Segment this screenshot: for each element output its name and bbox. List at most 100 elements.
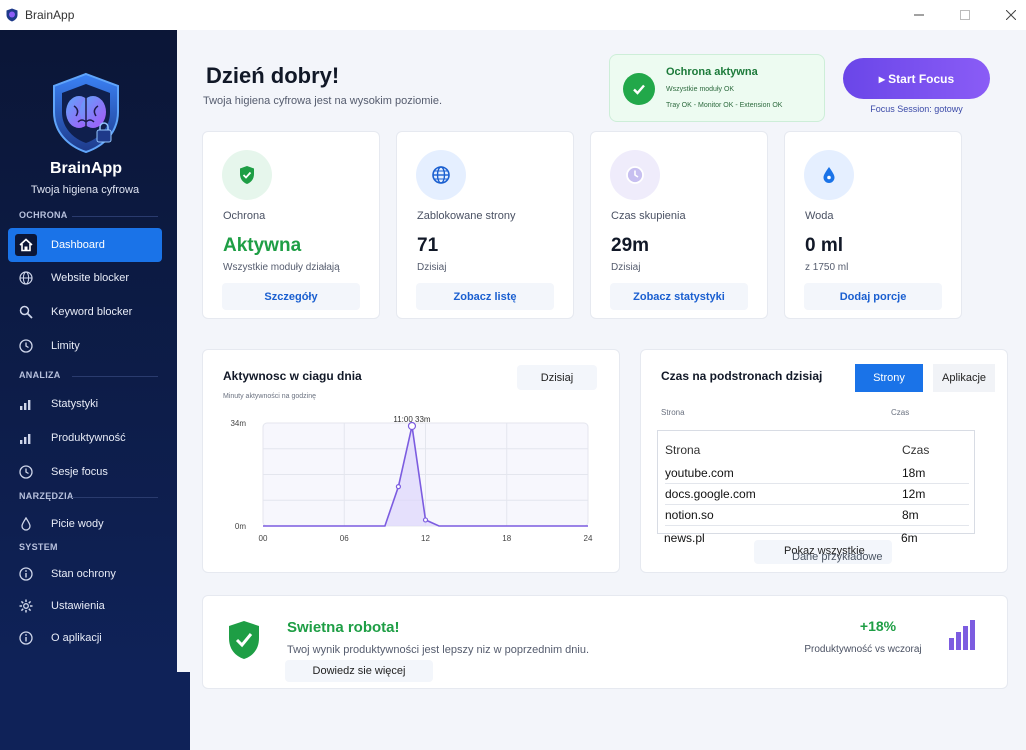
- stat-label: Zablokowane strony: [417, 210, 516, 222]
- stat-label: Czas skupienia: [611, 210, 686, 222]
- table-row[interactable]: docs.google.com 12m: [665, 484, 969, 505]
- stat-card-blocked-sites: Zablokowane strony 71 Dzisiaj Zobacz lis…: [396, 131, 574, 319]
- stat-value: 29m: [611, 235, 650, 256]
- y-tick-label: 0m: [235, 522, 246, 531]
- stat-card-water: Woda 0 ml z 1750 ml Dodaj porcje: [784, 131, 962, 319]
- page-subtitle: Twoja higiena cyfrowa jest na wysokim po…: [203, 95, 443, 107]
- productivity-change: +18%: [859, 618, 897, 634]
- sidebar-item-stan-ochrony[interactable]: Stan ochrony: [8, 557, 162, 591]
- site-time: 18m: [902, 466, 926, 480]
- stat-label: Ochrona: [223, 210, 266, 222]
- sidebar-item-website-blocker[interactable]: Website blocker: [8, 261, 162, 295]
- bar-chart-icon: [17, 429, 35, 447]
- view-list-button[interactable]: Zobacz listę: [416, 283, 554, 310]
- stat-value: 0 ml: [805, 235, 844, 256]
- site-time: 12m: [902, 487, 926, 501]
- sidebar-item-label: Limity: [51, 340, 80, 352]
- summary-description: Twoj wynik produktywności jest lepszy ni…: [287, 644, 590, 656]
- clock-icon: [17, 463, 35, 481]
- minimize-button[interactable]: [896, 0, 942, 30]
- protection-modules-status: Wszystkie moduły OK: [666, 86, 735, 93]
- maximize-icon: [960, 10, 970, 20]
- stat-value: Aktywna: [223, 235, 302, 256]
- sidebar: BrainApp Twoja higiena cyfrowa OCHRONA D…: [0, 30, 177, 672]
- stat-sub: Dzisiaj: [417, 262, 447, 273]
- site-name: docs.google.com: [665, 487, 756, 501]
- page-title: Dzień dobry!: [206, 63, 340, 88]
- sidebar-item-limity[interactable]: Limity: [8, 329, 162, 363]
- brand-tagline: Twoja higiena cyfrowa: [30, 184, 140, 196]
- sidebar-item-keyword-blocker[interactable]: Keyword blocker: [8, 295, 162, 329]
- learn-more-button[interactable]: Dowiedz sie więcej: [285, 660, 433, 682]
- table-row[interactable]: notion.so 8m: [665, 505, 969, 526]
- globe-icon: [17, 269, 35, 287]
- x-tick-label: 18: [502, 534, 511, 543]
- sidebar-item-dashboard[interactable]: Dashboard: [8, 228, 162, 262]
- maximize-button[interactable]: [942, 0, 988, 30]
- pages-time-card: Czas na podstronach dzisiaj Strony Aplik…: [640, 349, 1008, 573]
- sidebar-item-label: Statystyki: [51, 398, 99, 410]
- pages-table: Strona Czas youtube.com 18m docs.google.…: [657, 430, 975, 534]
- gear-icon: [17, 597, 35, 615]
- section-divider: [72, 376, 158, 377]
- start-focus-button[interactable]: ▸ Start Focus: [843, 58, 990, 99]
- column-header-time-small: Czas: [891, 408, 910, 417]
- section-label-ochrona: OCHRONA: [19, 210, 68, 220]
- sidebar-item-label: Stan ochrony: [51, 568, 116, 580]
- globe-icon: [416, 150, 466, 200]
- sidebar-item-label: Ustawienia: [51, 600, 105, 612]
- summary-title: Swietna robota!: [287, 619, 400, 636]
- table-row-partial[interactable]: news.pl 6m: [664, 531, 968, 545]
- site-name: youtube.com: [665, 466, 734, 480]
- close-icon: [1006, 10, 1016, 20]
- details-button[interactable]: Szczegóły: [222, 283, 360, 310]
- bar-chart-icon: [949, 620, 975, 650]
- sidebar-item-label: Website blocker: [51, 272, 130, 284]
- tab-strony[interactable]: Strony: [855, 364, 923, 392]
- section-label-analiza: ANALIZA: [19, 370, 61, 380]
- brand-name: BrainApp: [50, 160, 122, 177]
- info-icon: [17, 629, 35, 647]
- stat-sub: Dzisiaj: [611, 262, 641, 273]
- pages-title: Czas na podstronach dzisiaj: [661, 369, 823, 383]
- sidebar-item-label: Keyword blocker: [51, 306, 133, 318]
- sidebar-item-label: O aplikacji: [51, 632, 102, 644]
- protection-title: Ochrona aktywna: [666, 66, 758, 78]
- sidebar-item-label: Sesje focus: [51, 466, 108, 478]
- sample-data-note: Dane przykładowe: [792, 551, 883, 563]
- data-point: [422, 517, 429, 523]
- focus-session-status: Focus Session: gotowy: [870, 104, 963, 114]
- sidebar-item-label: Dashboard: [51, 239, 105, 251]
- sidebar-item-o-aplikacji[interactable]: O aplikacji: [8, 621, 162, 655]
- stat-sub: Wszystkie moduły działają: [223, 262, 340, 273]
- sidebar-item-statystyki[interactable]: Statystyki: [8, 387, 162, 421]
- sidebar-item-ustawienia[interactable]: Ustawienia: [8, 589, 162, 623]
- site-time: 6m: [901, 531, 918, 545]
- view-stats-button[interactable]: Zobacz statystyki: [610, 283, 748, 310]
- sidebar-item-picie-wody[interactable]: Picie wody: [8, 507, 162, 541]
- section-label-narzedzia: NARZĘDZIA: [19, 491, 74, 501]
- table-row[interactable]: youtube.com 18m: [665, 463, 969, 484]
- activity-chart-card: Aktywnosc w ciagu dnia Minuty aktywności…: [202, 349, 620, 573]
- column-header-site-small: Strona: [661, 408, 685, 417]
- shield-check-icon: [229, 621, 259, 659]
- brain-shield-logo: [53, 72, 119, 154]
- water-drop-icon: [804, 150, 854, 200]
- add-portion-button[interactable]: Dodaj porcje: [804, 283, 942, 310]
- info-icon: [17, 565, 35, 583]
- x-tick-label: 06: [340, 534, 349, 543]
- sidebar-item-produktywnosc[interactable]: Produktywność: [8, 421, 162, 455]
- peak-label: 11:00 33m: [393, 415, 431, 424]
- shield-check-icon: [222, 150, 272, 200]
- site-time: 8m: [902, 508, 919, 522]
- protection-components-status: Tray OK - Monitor OK - Extension OK: [666, 102, 783, 109]
- sidebar-item-label: Picie wody: [51, 518, 104, 530]
- sidebar-item-sesje-focus[interactable]: Sesje focus: [8, 455, 162, 489]
- column-header-time: Czas: [902, 443, 930, 457]
- close-button[interactable]: [988, 0, 1026, 30]
- tab-aplikacje[interactable]: Aplikacje: [933, 364, 995, 392]
- stat-value: 71: [417, 235, 439, 256]
- section-divider: [72, 497, 158, 498]
- water-drop-icon: [17, 515, 35, 533]
- bar-chart-icon: [17, 395, 35, 413]
